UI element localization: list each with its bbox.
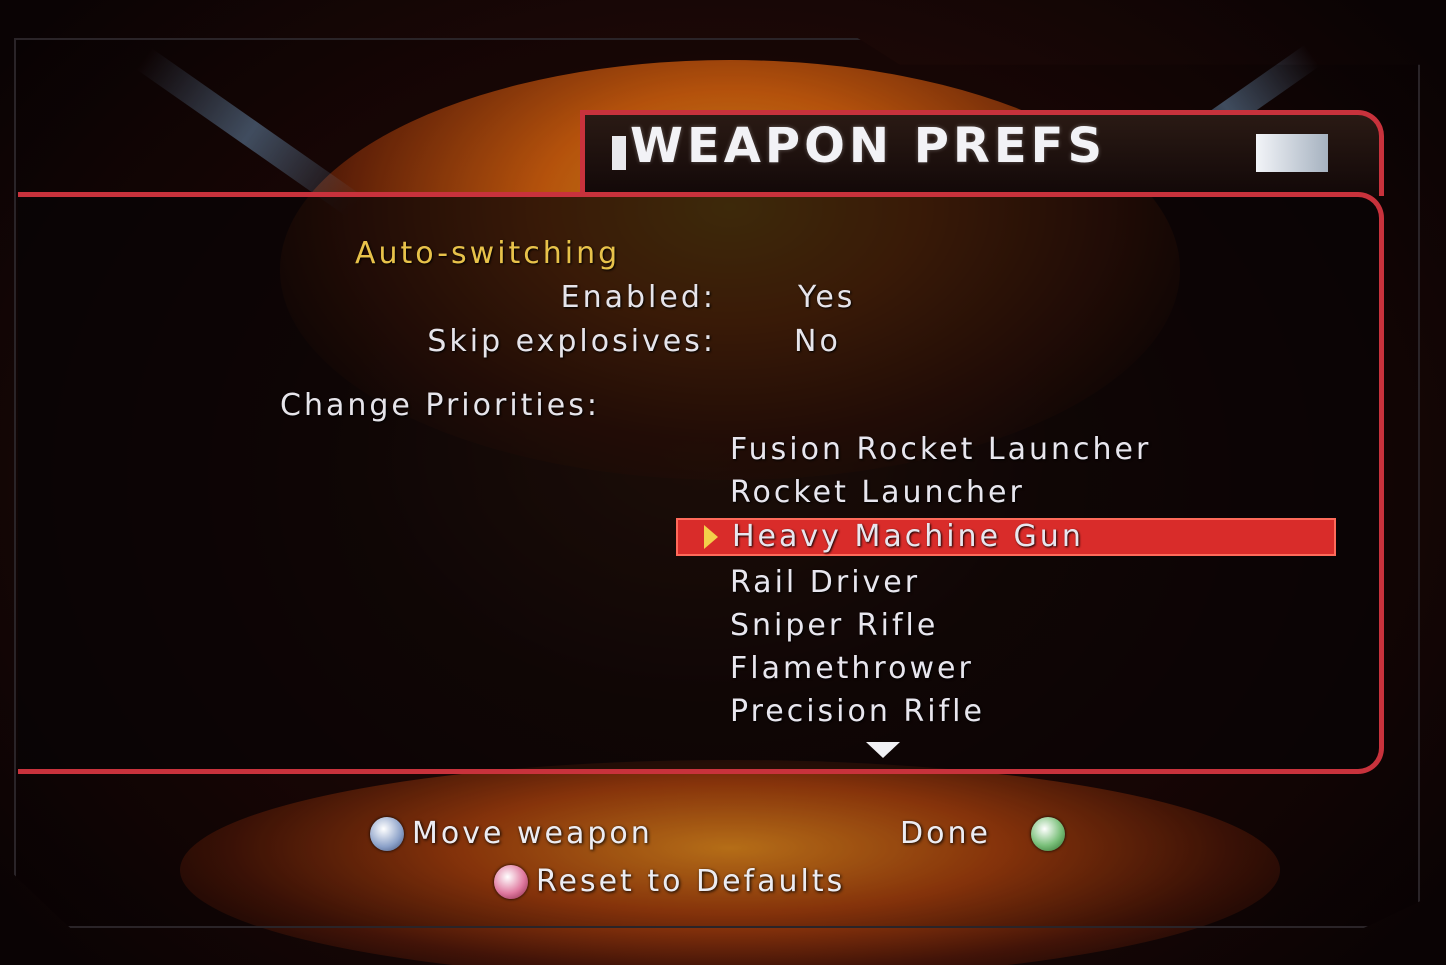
weapon-item[interactable]: Flamethrower (676, 647, 1336, 690)
skip-explosives-toggle[interactable]: No (794, 324, 841, 359)
move-weapon-hint[interactable]: Move weapon (362, 816, 653, 851)
title-marker-icon (612, 136, 626, 170)
x-button-icon (370, 816, 404, 851)
reset-defaults-label: Reset to Defaults (536, 864, 846, 899)
a-button-icon (1030, 816, 1065, 851)
weapon-item-label: Flamethrower (730, 651, 974, 686)
weapon-item[interactable]: Rail Driver (676, 561, 1336, 604)
weapon-item-label: Rocket Launcher (730, 475, 1025, 510)
auto-switching-heading: Auto-switching (355, 236, 621, 271)
weapon-item[interactable]: Rocket Launcher (676, 471, 1336, 514)
enabled-label: Enabled: (560, 280, 716, 315)
enabled-toggle[interactable]: Yes (798, 280, 855, 315)
skip-explosives-label: Skip explosives: (427, 324, 716, 359)
title-accent-block (1256, 134, 1328, 172)
weapon-item-selected[interactable]: Heavy Machine Gun (676, 518, 1336, 556)
weapon-item-label: Precision Rifle (730, 694, 985, 729)
page-title: WEAPON PREFS (630, 118, 1107, 174)
weapon-priority-list: Fusion Rocket Launcher Rocket Launcher H… (676, 428, 1336, 733)
selection-arrow-icon (704, 525, 718, 549)
weapon-item-label: Sniper Rifle (730, 608, 939, 643)
weapon-item[interactable]: Sniper Rifle (676, 604, 1336, 647)
done-label: Done (900, 816, 991, 851)
move-weapon-label: Move weapon (412, 816, 653, 851)
weapon-item[interactable]: Fusion Rocket Launcher (676, 428, 1336, 471)
done-hint[interactable]: Done (900, 816, 1073, 851)
weapon-item-label: Fusion Rocket Launcher (730, 432, 1152, 467)
weapon-item-label: Heavy Machine Gun (732, 519, 1084, 554)
b-button-icon (494, 864, 528, 899)
weapon-prefs-screen: WEAPON PREFS Auto-switching Enabled: Yes… (0, 0, 1446, 965)
reset-defaults-hint[interactable]: Reset to Defaults (486, 864, 845, 899)
scroll-down-arrow-icon[interactable] (866, 742, 900, 758)
weapon-item-label: Rail Driver (730, 565, 921, 600)
weapon-item[interactable]: Precision Rifle (676, 690, 1336, 733)
change-priorities-label: Change Priorities: (280, 388, 600, 423)
